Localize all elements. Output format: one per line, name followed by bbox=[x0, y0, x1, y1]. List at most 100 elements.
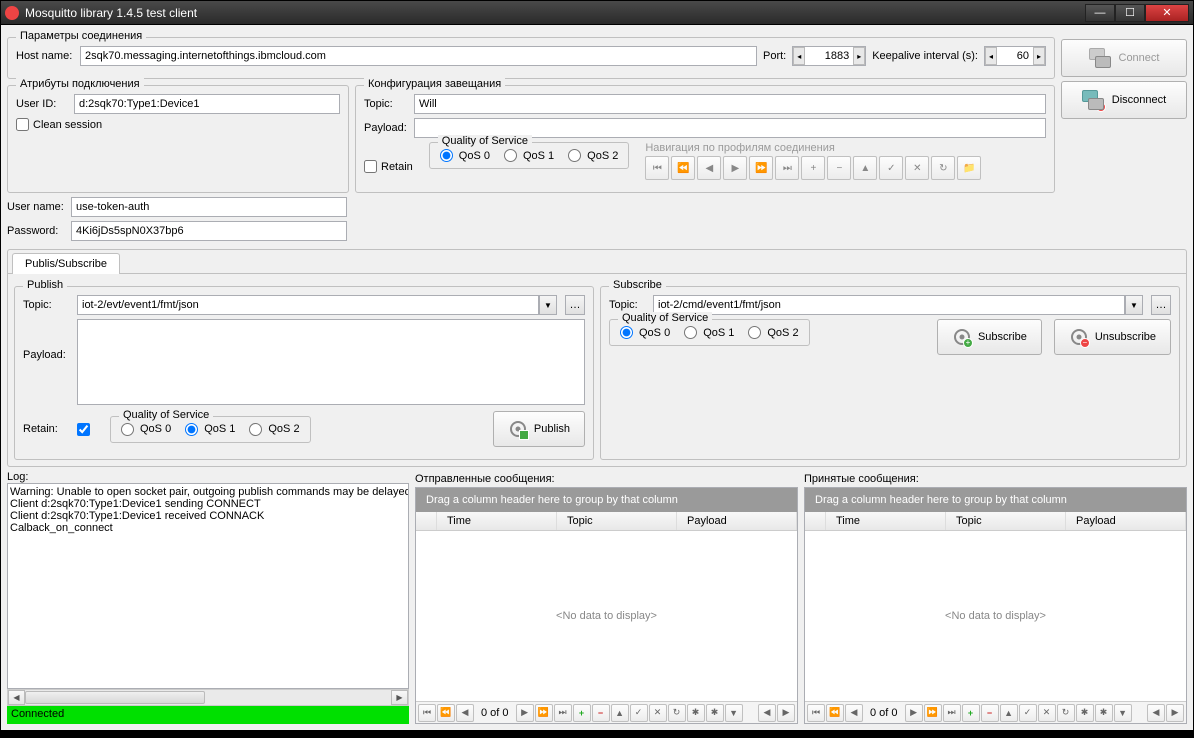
gf-refresh-icon[interactable]: ↻ bbox=[1057, 704, 1075, 722]
nav-add-icon[interactable]: + bbox=[801, 156, 825, 180]
gf-bookmark2-icon[interactable]: ✱ bbox=[1095, 704, 1113, 722]
port-input[interactable] bbox=[805, 47, 853, 65]
clean-session-checkbox[interactable] bbox=[16, 118, 29, 131]
will-qos0-option[interactable]: QoS 0 bbox=[440, 149, 490, 162]
scroll-track[interactable] bbox=[25, 690, 391, 705]
subscribe-button[interactable]: + Subscribe bbox=[937, 319, 1042, 355]
gf-add-icon[interactable]: + bbox=[573, 704, 591, 722]
col-topic[interactable]: Topic bbox=[946, 512, 1066, 530]
col-payload[interactable]: Payload bbox=[1066, 512, 1186, 530]
gf-bookmark2-icon[interactable]: ✱ bbox=[706, 704, 724, 722]
gf-scroll-left-icon[interactable]: ◀ bbox=[758, 704, 776, 722]
userid-input[interactable] bbox=[74, 94, 340, 114]
gf-scroll-left-icon[interactable]: ◀ bbox=[1147, 704, 1165, 722]
publish-button[interactable]: Publish bbox=[493, 411, 585, 447]
gf-prevpage-icon[interactable]: ⏪ bbox=[437, 704, 455, 722]
keepalive-spinner[interactable]: ◂ ▸ bbox=[984, 46, 1046, 66]
sent-grid-group-area[interactable]: Drag a column header here to group by th… bbox=[416, 488, 797, 512]
nav-cancel-icon[interactable]: ✕ bbox=[905, 156, 929, 180]
gf-cancel-icon[interactable]: ✕ bbox=[1038, 704, 1056, 722]
pub-payload-input[interactable] bbox=[77, 319, 585, 405]
log-hscrollbar[interactable]: ◀ ▶ bbox=[7, 689, 409, 706]
sub-qos0-option[interactable]: QoS 0 bbox=[620, 326, 670, 339]
nav-up-icon[interactable]: ▲ bbox=[853, 156, 877, 180]
close-button[interactable]: ✕ bbox=[1145, 4, 1189, 22]
scroll-thumb[interactable] bbox=[25, 691, 205, 704]
gf-accept-icon[interactable]: ✓ bbox=[630, 704, 648, 722]
gf-accept-icon[interactable]: ✓ bbox=[1019, 704, 1037, 722]
port-spinner[interactable]: ◂ ▸ bbox=[792, 46, 866, 66]
will-retain-checkbox[interactable] bbox=[364, 160, 377, 173]
unsubscribe-button[interactable]: − Unsubscribe bbox=[1054, 319, 1171, 355]
password-input[interactable] bbox=[71, 221, 347, 241]
keepalive-input[interactable] bbox=[997, 47, 1033, 65]
gf-first-icon[interactable]: ⏮ bbox=[807, 704, 825, 722]
gf-scroll-right-icon[interactable]: ▶ bbox=[1166, 704, 1184, 722]
pub-topic-dropdown-icon[interactable]: ▼ bbox=[539, 295, 557, 315]
gf-remove-icon[interactable]: − bbox=[981, 704, 999, 722]
will-qos2-option[interactable]: QoS 2 bbox=[568, 149, 618, 162]
gf-next-icon[interactable]: ▶ bbox=[516, 704, 534, 722]
col-time[interactable]: Time bbox=[437, 512, 557, 530]
gf-edit-icon[interactable]: ▲ bbox=[1000, 704, 1018, 722]
gf-next-icon[interactable]: ▶ bbox=[905, 704, 923, 722]
scroll-right-icon[interactable]: ▶ bbox=[391, 690, 408, 705]
keepalive-increment[interactable]: ▸ bbox=[1033, 47, 1045, 65]
nav-refresh-icon[interactable]: ↻ bbox=[931, 156, 955, 180]
port-decrement[interactable]: ◂ bbox=[793, 47, 805, 65]
will-topic-input[interactable] bbox=[414, 94, 1046, 114]
gf-bookmark-icon[interactable]: ✱ bbox=[1076, 704, 1094, 722]
pub-qos2-option[interactable]: QoS 2 bbox=[249, 423, 299, 436]
tab-pubsub[interactable]: Publis/Subscribe bbox=[12, 253, 120, 274]
pub-qos0-option[interactable]: QoS 0 bbox=[121, 423, 171, 436]
scroll-left-icon[interactable]: ◀ bbox=[8, 690, 25, 705]
maximize-button[interactable]: ☐ bbox=[1115, 4, 1145, 22]
col-time[interactable]: Time bbox=[826, 512, 946, 530]
host-input[interactable] bbox=[80, 46, 757, 66]
gf-prevpage-icon[interactable]: ⏪ bbox=[826, 704, 844, 722]
nav-prev-page-icon[interactable]: ⏪ bbox=[671, 156, 695, 180]
gf-prev-icon[interactable]: ◀ bbox=[456, 704, 474, 722]
pub-topic-browse-button[interactable]: … bbox=[565, 295, 585, 315]
sub-topic-browse-button[interactable]: … bbox=[1151, 295, 1171, 315]
sub-topic-dropdown-icon[interactable]: ▼ bbox=[1125, 295, 1143, 315]
will-qos1-option[interactable]: QoS 1 bbox=[504, 149, 554, 162]
gf-remove-icon[interactable]: − bbox=[592, 704, 610, 722]
port-increment[interactable]: ▸ bbox=[853, 47, 865, 65]
gf-prev-icon[interactable]: ◀ bbox=[845, 704, 863, 722]
gf-filter-icon[interactable]: ▼ bbox=[1114, 704, 1132, 722]
nav-remove-icon[interactable]: − bbox=[827, 156, 851, 180]
gf-filter-icon[interactable]: ▼ bbox=[725, 704, 743, 722]
pub-qos1-option[interactable]: QoS 1 bbox=[185, 423, 235, 436]
nav-first-icon[interactable]: ⏮ bbox=[645, 156, 669, 180]
connect-button[interactable]: Connect bbox=[1061, 39, 1187, 77]
gf-bookmark-icon[interactable]: ✱ bbox=[687, 704, 705, 722]
nav-next-page-icon[interactable]: ⏩ bbox=[749, 156, 773, 180]
nav-prev-icon[interactable]: ◀ bbox=[697, 156, 721, 180]
sub-qos1-option[interactable]: QoS 1 bbox=[684, 326, 734, 339]
gf-edit-icon[interactable]: ▲ bbox=[611, 704, 629, 722]
pub-topic-input[interactable] bbox=[77, 295, 539, 315]
gf-nextpage-icon[interactable]: ⏩ bbox=[924, 704, 942, 722]
gf-last-icon[interactable]: ⏭ bbox=[943, 704, 961, 722]
pub-retain-checkbox[interactable] bbox=[77, 423, 90, 436]
nav-last-icon[interactable]: ⏭ bbox=[775, 156, 799, 180]
gf-refresh-icon[interactable]: ↻ bbox=[668, 704, 686, 722]
disconnect-button[interactable]: Disconnect bbox=[1061, 81, 1187, 119]
gf-add-icon[interactable]: + bbox=[962, 704, 980, 722]
gf-scroll-right-icon[interactable]: ▶ bbox=[777, 704, 795, 722]
sub-qos2-option[interactable]: QoS 2 bbox=[748, 326, 798, 339]
minimize-button[interactable]: — bbox=[1085, 4, 1115, 22]
col-topic[interactable]: Topic bbox=[557, 512, 677, 530]
keepalive-decrement[interactable]: ◂ bbox=[985, 47, 997, 65]
gf-first-icon[interactable]: ⏮ bbox=[418, 704, 436, 722]
nav-next-icon[interactable]: ▶ bbox=[723, 156, 747, 180]
nav-folder-icon[interactable]: 📁 bbox=[957, 156, 981, 180]
gf-cancel-icon[interactable]: ✕ bbox=[649, 704, 667, 722]
gf-nextpage-icon[interactable]: ⏩ bbox=[535, 704, 553, 722]
recv-grid-group-area[interactable]: Drag a column header here to group by th… bbox=[805, 488, 1186, 512]
username-input[interactable] bbox=[71, 197, 347, 217]
sub-topic-input[interactable] bbox=[653, 295, 1125, 315]
col-payload[interactable]: Payload bbox=[677, 512, 797, 530]
nav-accept-icon[interactable]: ✓ bbox=[879, 156, 903, 180]
